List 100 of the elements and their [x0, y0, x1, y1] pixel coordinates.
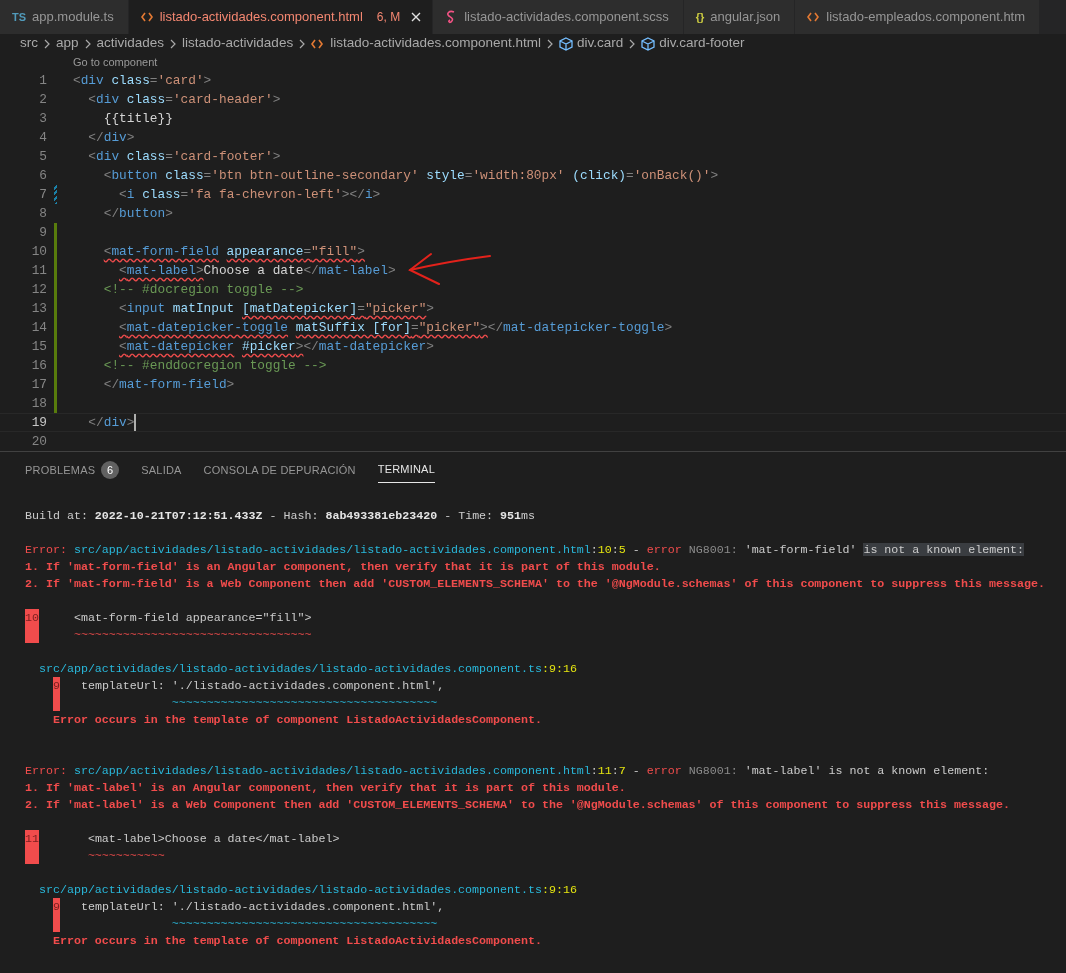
code-token: "picker": [364, 301, 427, 316]
code-token: 'card-header': [172, 92, 273, 107]
squiggle-underline: ~~~~~~~~~~~~~~~~~~~~~~~~~~~~~~~~~~: [73, 628, 312, 641]
line-number: 14: [30, 319, 47, 337]
terminal-text: 1. If 'mat-form-field' is an Angular component, then verify that it is part of this module.: [25, 560, 661, 573]
terminal-text: Error occurs in the template of component ListadoActividadesComponent.: [52, 713, 542, 726]
panel-tab[interactable]: TERMINAL: [377, 457, 435, 483]
breadcrumb-item[interactable]: app: [56, 33, 79, 54]
terminal-text: NG8001:: [688, 543, 739, 556]
code-token: =: [357, 301, 365, 316]
code-token: div: [96, 92, 120, 107]
terminal-text: 11: [597, 764, 612, 777]
code-token: >: [203, 73, 212, 88]
panel-tab[interactable]: PROBLEMAS 6: [25, 457, 120, 483]
breadcrumb-item[interactable]: actividades: [96, 33, 165, 54]
code-token: appearance: [226, 244, 304, 259]
code-token: <: [119, 320, 127, 335]
code-token: >: [165, 206, 173, 221]
code-token: =: [203, 168, 212, 183]
code-token: </: [303, 339, 319, 354]
editor-tab[interactable]: listado-actividades.component.html 6, M: [128, 0, 434, 34]
code-token: =: [165, 92, 173, 107]
code-token: div: [80, 73, 104, 88]
code-token: mat-datepicker: [318, 339, 427, 354]
code-token: </: [487, 320, 504, 335]
code-token: button: [119, 206, 166, 221]
panel-tab[interactable]: CONSOLA DE DEPURACIÓN: [203, 457, 356, 483]
code-token: class: [126, 92, 166, 107]
code-token: </: [303, 263, 319, 278]
terminal-text: <mat-form-field appearance="fill">: [73, 611, 312, 624]
code-token: mat-label: [126, 263, 196, 278]
code-token: mat-datepicker: [126, 339, 235, 354]
code-token: class: [165, 168, 204, 183]
code-token: (click): [572, 168, 626, 183]
code-token: #picker: [241, 339, 296, 354]
cube-icon: [641, 36, 656, 51]
code-token: >: [387, 263, 396, 278]
terminal-text: src/app/actividades/listado-actividades/listado-actividades.component.html: [73, 543, 591, 556]
code-token: 'btn btn-outline-secondary': [211, 168, 419, 183]
line-number: 4: [38, 129, 47, 147]
code-token: mat-form-field: [119, 377, 227, 392]
code-token: Choose a date: [203, 263, 304, 278]
code-lens-link[interactable]: Go to component: [73, 56, 158, 68]
code-token: ></: [341, 187, 365, 202]
code-icon: [807, 11, 820, 23]
code-token: >: [272, 149, 281, 164]
code-token: i: [364, 187, 373, 202]
terminal-text: 951: [500, 509, 522, 522]
code-token: >: [272, 92, 281, 107]
panel-tab[interactable]: SALIDA: [141, 457, 182, 483]
line-number: 5: [38, 148, 47, 166]
breadcrumb-item[interactable]: listado-actividades.component.html: [330, 33, 541, 54]
code-token: 'fa fa-chevron-left': [188, 187, 342, 202]
code-token: mat-datepicker-toggle: [503, 320, 665, 335]
editor-tab[interactable]: TS app.module.ts: [0, 0, 129, 34]
code-token: </: [88, 415, 104, 430]
terminal-text: is not a known element:: [863, 543, 1025, 556]
code-token: >: [480, 320, 488, 335]
breadcrumb-item[interactable]: src: [20, 33, 38, 54]
code-token: matSuffix [for]: [295, 320, 411, 335]
code-token: "fill": [311, 244, 358, 259]
terminal-text: :: [590, 764, 598, 777]
code-token: <: [103, 168, 112, 183]
terminal-text: 1. If 'mat-label' is an Angular component, then verify that it is part of this module.: [25, 781, 626, 794]
breadcrumb-item[interactable]: div.card: [577, 33, 624, 54]
code-token: 'card': [157, 73, 204, 88]
text-cursor: [134, 414, 137, 432]
line-number: 9: [38, 224, 47, 242]
editor-tab[interactable]: {} angular.json: [683, 0, 796, 34]
code-token: <: [119, 301, 127, 316]
terminal-text: 5: [618, 543, 626, 556]
line-number: 20: [30, 433, 47, 451]
code-token: </: [103, 206, 120, 221]
code-token: >: [357, 244, 365, 259]
code-token: <: [73, 73, 81, 88]
code-token: =: [165, 149, 173, 164]
terminal-text: 7: [618, 764, 626, 777]
terminal-text: src/app/actividades/listado-actividades/listado-actividades.component.html: [73, 764, 591, 777]
line-number: 17: [30, 376, 47, 394]
code-token: mat-label: [318, 263, 388, 278]
terminal-text: Error:: [25, 764, 68, 777]
code-token: "picker": [418, 320, 481, 335]
code-token: >: [664, 320, 673, 335]
line-number: 18: [30, 395, 47, 413]
line-number: 3: [38, 110, 47, 128]
terminal-text: - Time:: [444, 509, 495, 522]
code-token: <!-- #enddocregion toggle -->: [103, 358, 327, 373]
terminal-text: 'mat-form-field': [744, 543, 858, 556]
line-number: 11: [30, 262, 47, 280]
code-token: div: [103, 415, 127, 430]
breadcrumb-item[interactable]: div.card-footer: [659, 33, 745, 54]
code-icon: [140, 11, 153, 23]
code-token: <: [119, 263, 127, 278]
editor-tab[interactable]: listado-empleados.component.htm: [795, 0, 1041, 34]
breadcrumb-item[interactable]: listado-actividades: [182, 33, 294, 54]
code-token: <!-- #docregion toggle -->: [103, 282, 304, 297]
terminal-text: :: [611, 543, 619, 556]
terminal-text: error: [646, 764, 682, 777]
terminal-text: <mat-label>Choose a date</mat-label>: [87, 832, 340, 845]
editor-tab[interactable]: listado-actividades.component.scss: [433, 0, 684, 34]
